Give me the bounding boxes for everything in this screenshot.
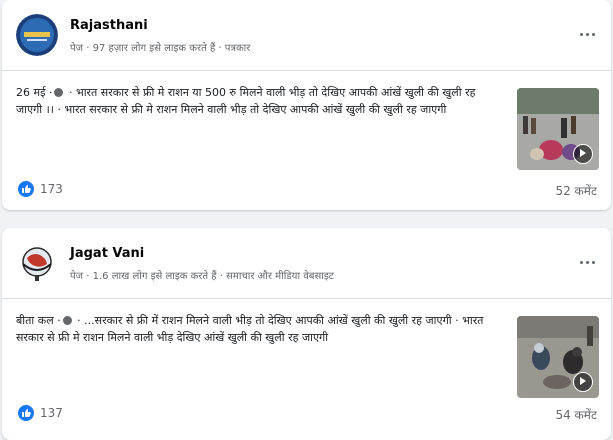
play-icon [573,372,593,392]
comment-count[interactable]: 54 कमेंट [555,406,597,423]
post-time[interactable]: 26 मई · [16,86,52,99]
video-thumbnail[interactable] [517,88,599,170]
post-text: बीता कल · · ...सरकार से फ्री में राशन मि… [16,312,494,346]
globe-icon [54,88,64,97]
globe-icon [62,316,72,325]
post-card-rajasthani: Rajasthani पेज · 97 हज़ार लोग इसे लाइक क… [2,0,611,210]
post-body: · ...सरकार से फ्री में राशन मिलने वाली भ… [16,314,484,344]
like-count[interactable]: 137 [40,406,63,420]
page-avatar-rajasthani[interactable] [16,14,58,56]
page-meta: पेज · 1.6 लाख लोग इसे लाइक करते हैं · सम… [70,271,334,282]
post-header: Rajasthani पेज · 97 हज़ार लोग इसे लाइक क… [2,0,611,70]
like-icon[interactable] [18,405,34,421]
page-meta: पेज · 97 हज़ार लोग इसे लाइक करते हैं · प… [70,43,251,54]
comment-count[interactable]: 52 कमेंट [555,182,597,199]
post-header: Jagat Vani पेज · 1.6 लाख लोग इसे लाइक कर… [2,228,611,298]
post-card-jagat-vani: Jagat Vani पेज · 1.6 लाख लोग इसे लाइक कर… [2,228,611,440]
post-text: 26 मई · · भारत सरकार से फ्री मे राशन या … [16,84,494,118]
divider [2,70,611,71]
like-count[interactable]: 173 [40,182,63,196]
post-time[interactable]: बीता कल · [16,314,61,327]
page-avatar-jagat-vani[interactable] [16,242,58,284]
like-icon[interactable] [18,181,34,197]
page-name[interactable]: Rajasthani [70,18,148,33]
divider [2,298,611,299]
page-name[interactable]: Jagat Vani [70,246,144,261]
more-options-icon[interactable] [577,24,597,44]
play-icon [573,144,593,164]
post-body: · भारत सरकार से फ्री मे राशन या 500 रु म… [16,86,476,116]
video-thumbnail[interactable] [517,316,599,398]
more-options-icon[interactable] [577,252,597,272]
